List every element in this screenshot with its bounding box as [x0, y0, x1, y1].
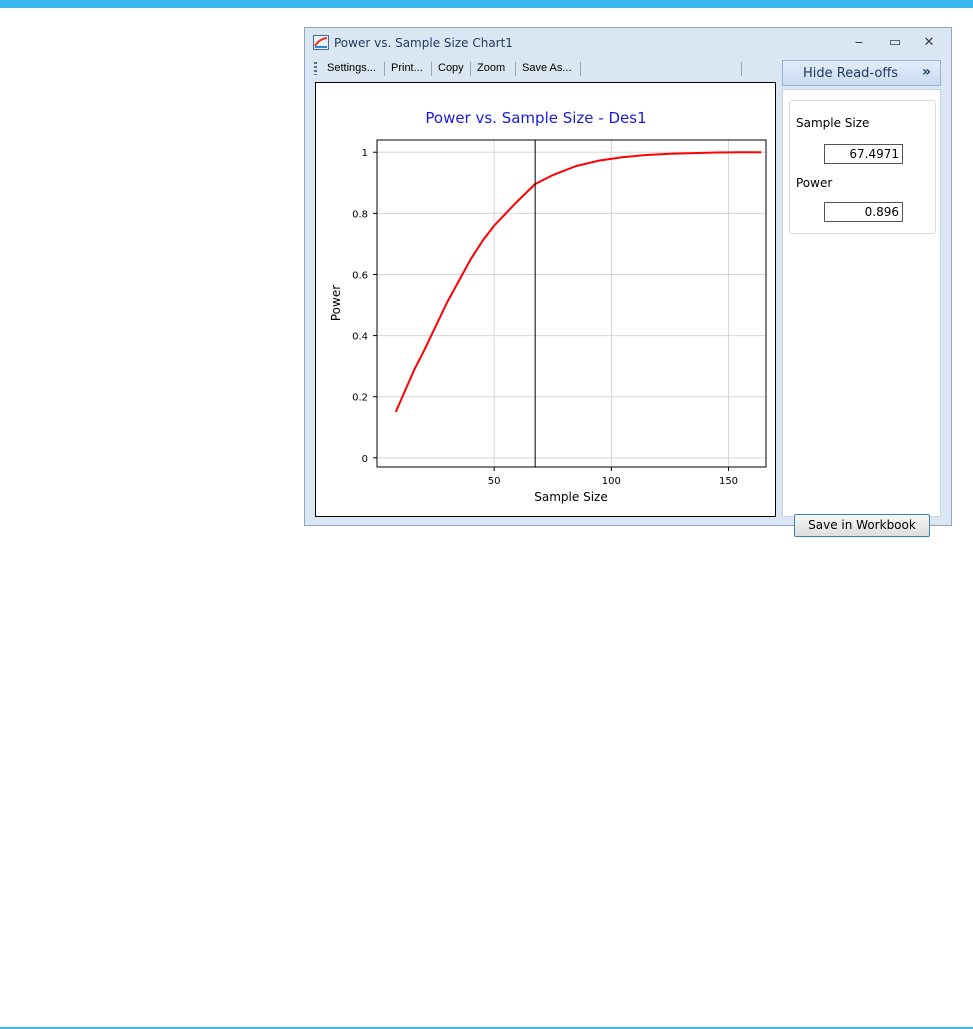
toolbar-separator: [384, 62, 385, 76]
toolbar-separator: [741, 62, 742, 76]
sample-size-field[interactable]: 67.4971: [824, 144, 903, 164]
y-axis-label: Power: [329, 285, 343, 321]
power-chart: Power vs. Sample Size - Des1 50 100 150 0 0.…: [329, 109, 767, 504]
y-tick-label: 0: [362, 454, 368, 465]
chart-title: Power vs. Sample Size - Des1: [425, 109, 646, 127]
maximize-button[interactable]: ▭: [883, 33, 907, 53]
y-tick-label: 1: [362, 148, 368, 159]
plot-border: [376, 139, 767, 468]
y-tick-label: 0.4: [352, 332, 368, 343]
toolbar-separator: [431, 62, 432, 76]
x-tick-label: 100: [602, 476, 621, 487]
power-curve-line: [394, 151, 762, 413]
settings-button[interactable]: Settings...: [327, 62, 376, 74]
gridlines: [377, 140, 766, 467]
copy-button[interactable]: Copy: [438, 62, 464, 74]
save-in-workbook-button[interactable]: Save in Workbook: [794, 514, 930, 537]
chart-window: Power vs. Sample Size Chart1 ‒ ▭ ✕ Setti…: [304, 27, 952, 537]
hide-readoffs-label: Hide Read-offs: [803, 66, 899, 81]
toolbar-grip[interactable]: [314, 62, 317, 75]
y-tick-label: 0.2: [352, 393, 368, 404]
window-title: Power vs. Sample Size Chart1: [334, 36, 513, 50]
chart-toolbar: Settings... Print... Copy Zoom Save As..…: [310, 58, 778, 80]
toolbar-separator: [580, 62, 581, 76]
y-tick-label: 0.6: [352, 270, 368, 281]
top-accent-bar: [0, 0, 973, 8]
save-as-button[interactable]: Save As...: [522, 62, 572, 74]
toolbar-separator: [515, 62, 516, 76]
readout-group: Sample Size 67.4971 Power 0.896: [789, 100, 936, 234]
chart-app-icon: [313, 35, 329, 50]
x-tick-label: 150: [719, 476, 738, 487]
power-label: Power: [796, 176, 833, 190]
sample-size-label: Sample Size: [796, 116, 870, 130]
chart-area: Power vs. Sample Size - Des1 50 100 150 0 0.…: [315, 82, 776, 517]
double-chevron-right-icon: »: [921, 64, 931, 80]
power-field[interactable]: 0.896: [824, 202, 903, 222]
zoom-button[interactable]: Zoom: [477, 62, 505, 74]
close-button[interactable]: ✕: [917, 33, 941, 53]
readoffs-panel: Sample Size 67.4971 Power 0.896 Save in …: [782, 89, 941, 537]
x-tick-label: 50: [488, 476, 501, 487]
minimize-button[interactable]: ‒: [847, 33, 871, 53]
toolbar-separator: [470, 62, 471, 76]
axis-ticks: 50 100 150 0 0.2 0.4 0.6 0.8 1: [352, 148, 738, 487]
y-tick-label: 0.8: [352, 209, 368, 220]
title-bar[interactable]: Power vs. Sample Size Chart1 ‒ ▭ ✕: [305, 28, 951, 58]
print-button[interactable]: Print...: [391, 62, 423, 74]
x-axis-label: Sample Size: [534, 490, 607, 504]
hide-readoffs-button[interactable]: Hide Read-offs »: [782, 60, 941, 86]
series-layer: [394, 151, 762, 413]
